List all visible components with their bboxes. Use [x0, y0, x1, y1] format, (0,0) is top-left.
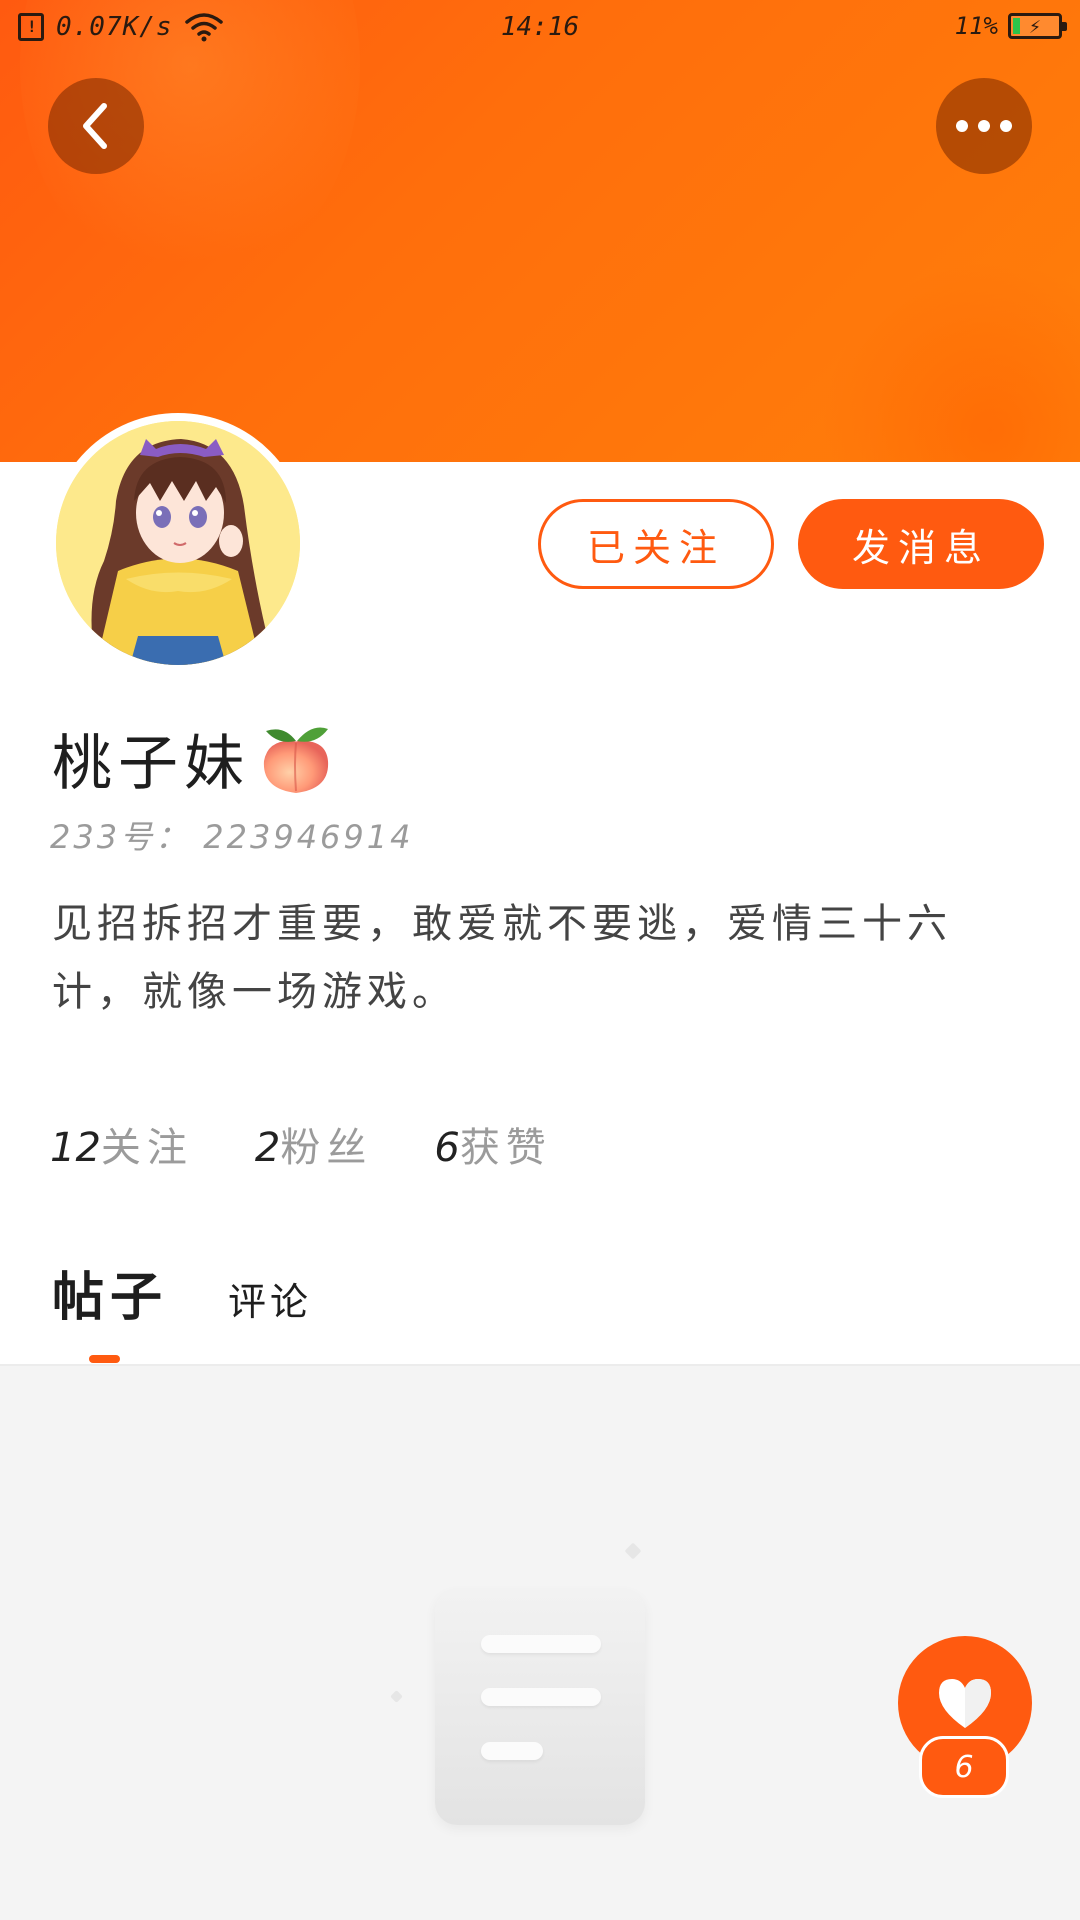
stat-following[interactable]: 12关注 — [50, 1115, 193, 1173]
stats-row: 12关注 2粉丝 6获赞 — [50, 1115, 552, 1173]
divider — [0, 1364, 1080, 1366]
status-bar: 0.07K/s 14:16 11% ⚡ — [0, 0, 1080, 54]
name-row: 桃子妹 — [52, 715, 336, 802]
stat-following-label: 关注 — [100, 1125, 193, 1171]
send-message-button[interactable]: 发消息 — [798, 499, 1044, 589]
user-id: 233号： 223946914 — [50, 818, 414, 856]
user-bio: 见招拆招才重要，敢爱就不要逃，爱情三十六计，就像一场游戏。 — [52, 901, 952, 1015]
back-icon — [83, 103, 107, 149]
sparkle-decoration — [624, 1542, 642, 1560]
stat-followers[interactable]: 2粉丝 — [255, 1115, 372, 1173]
followed-button[interactable]: 已关注 — [538, 499, 774, 589]
stat-followers-label: 粉丝 — [280, 1125, 373, 1171]
peach-emoji-icon — [256, 719, 336, 799]
content-tabs: 帖子 评论 — [0, 1255, 1080, 1365]
more-icon — [956, 120, 1012, 132]
like-count-badge: 6 — [919, 1736, 1009, 1798]
profile-banner — [0, 0, 1080, 462]
battery-percent: 11% — [954, 12, 998, 40]
username: 桃子妹 — [52, 729, 250, 799]
heart-icon — [939, 1679, 991, 1728]
empty-document-icon — [435, 1590, 645, 1825]
tab-active-indicator — [89, 1355, 120, 1363]
stat-following-count: 12 — [50, 1125, 101, 1171]
more-button[interactable] — [936, 78, 1032, 174]
stat-followers-count: 2 — [254, 1125, 281, 1171]
sparkle-decoration — [390, 1690, 403, 1703]
banner-glow — [820, 260, 1080, 462]
avatar[interactable] — [48, 413, 308, 673]
clock: 14:16 — [500, 12, 580, 42]
status-right: 11% ⚡ — [954, 12, 1067, 40]
stat-likes-label: 获赞 — [459, 1125, 552, 1171]
tab-comments[interactable]: 评论 — [228, 1271, 312, 1326]
avatar-image — [56, 421, 300, 665]
tab-posts[interactable]: 帖子 — [52, 1255, 168, 1330]
stat-likes[interactable]: 6获赞 — [434, 1115, 551, 1173]
battery-icon: ⚡ — [1008, 13, 1067, 39]
back-button[interactable] — [48, 78, 144, 174]
stat-likes-count: 6 — [434, 1125, 460, 1171]
